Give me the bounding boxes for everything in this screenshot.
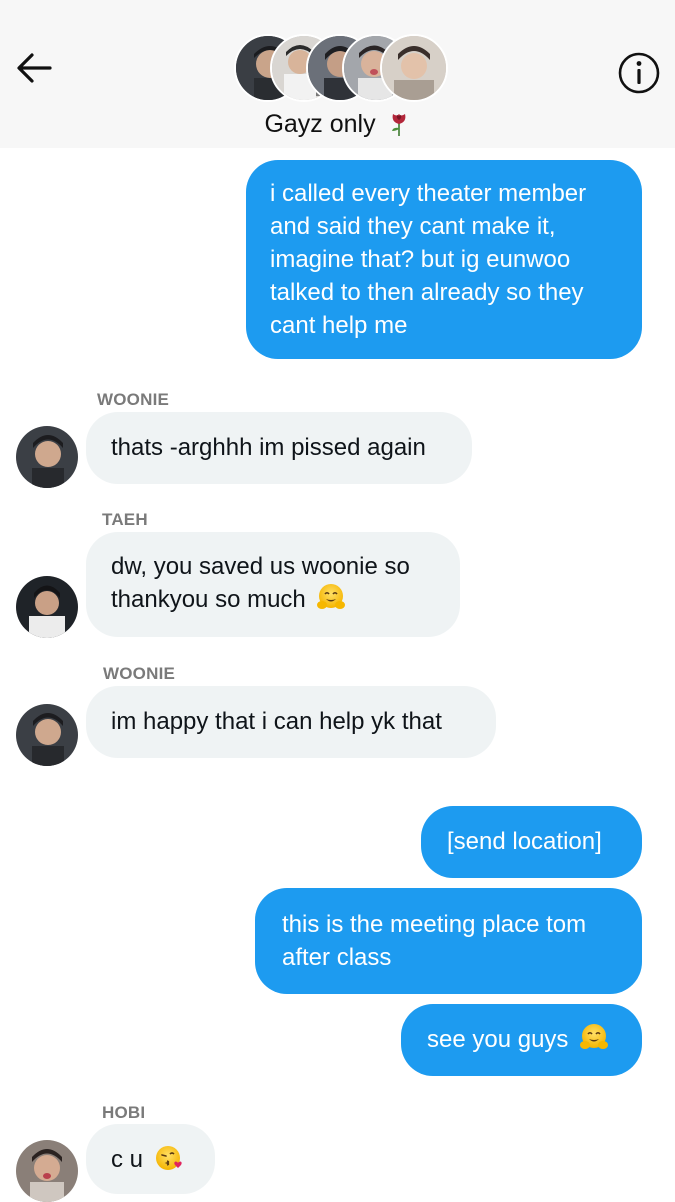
group-title-text: Gayz only (264, 110, 376, 138)
arrow-left-icon[interactable] (14, 48, 54, 88)
incoming-message[interactable]: im happy that i can help yk that (86, 686, 496, 758)
message-text: im happy that i can help yk that (111, 708, 442, 735)
incoming-message[interactable]: c u (86, 1124, 215, 1194)
message-text: thats -arghhh im pissed again (111, 434, 426, 461)
message-text: [send location] (447, 828, 602, 855)
sender-name: TAEH (102, 510, 148, 529)
wilted-rose-icon (391, 114, 405, 136)
message-text: c u (111, 1146, 144, 1173)
outgoing-message[interactable]: this is the meeting place tom after clas… (255, 888, 642, 994)
avatar[interactable] (16, 1140, 78, 1202)
group-avatars[interactable] (234, 34, 448, 102)
group-title[interactable]: Gayz only (0, 110, 675, 139)
avatar[interactable] (16, 426, 78, 488)
message-text: this is the meeting place tom after clas… (282, 911, 587, 971)
info-icon[interactable] (614, 48, 664, 98)
incoming-message[interactable]: thats -arghhh im pissed again (86, 412, 472, 484)
face-blowing-kiss-icon (155, 1146, 182, 1170)
outgoing-message[interactable]: i called every theater member and said t… (246, 160, 642, 359)
outgoing-message[interactable]: [send location] (421, 806, 642, 878)
sender-name: WOONIE (97, 390, 170, 409)
hugging-face-icon (580, 1024, 609, 1049)
hugging-face-icon (317, 584, 346, 609)
incoming-message[interactable]: dw, you saved us woonie so thankyou so m… (86, 532, 460, 637)
chat-header: Gayz only (0, 0, 675, 148)
message-text: see you guys (427, 1026, 569, 1053)
avatar[interactable] (16, 576, 78, 638)
outgoing-message[interactable]: see you guys (401, 1004, 642, 1076)
avatar[interactable] (16, 704, 78, 766)
message-text: dw, you saved us woonie so thankyou so m… (111, 553, 410, 613)
avatar (380, 34, 448, 102)
sender-name: WOONIE (103, 664, 176, 683)
sender-name: HOBI (102, 1103, 146, 1122)
message-text: i called every theater member and said t… (270, 180, 587, 339)
